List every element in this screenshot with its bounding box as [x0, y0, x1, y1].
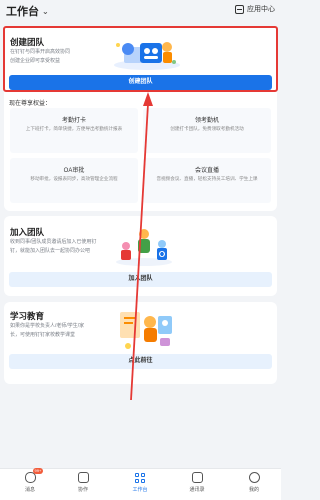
nav-label: 消息	[24, 487, 35, 493]
profile-icon	[248, 472, 260, 483]
nav-label: 协作	[77, 487, 88, 493]
nav-profile[interactable]: 我的	[234, 472, 274, 493]
nav-contacts[interactable]: 通讯录	[177, 472, 217, 493]
annotation-arrow	[130, 92, 153, 401]
nav-label: 我的	[248, 487, 259, 493]
nav-label: 通讯录	[189, 487, 205, 493]
message-badge: 99+	[32, 468, 44, 474]
message-icon: 99+	[24, 468, 44, 483]
nav-collab[interactable]: 协作	[63, 472, 103, 493]
collab-icon	[77, 472, 89, 483]
nav-messages[interactable]: 99+ 消息	[10, 468, 50, 493]
bottom-nav: 99+ 消息 协作 工作台 通讯录 我的	[0, 468, 281, 500]
workbench-icon	[135, 472, 145, 483]
contacts-icon	[191, 472, 203, 483]
nav-workbench[interactable]: 工作台	[120, 472, 160, 493]
nav-label: 工作台	[132, 486, 148, 493]
